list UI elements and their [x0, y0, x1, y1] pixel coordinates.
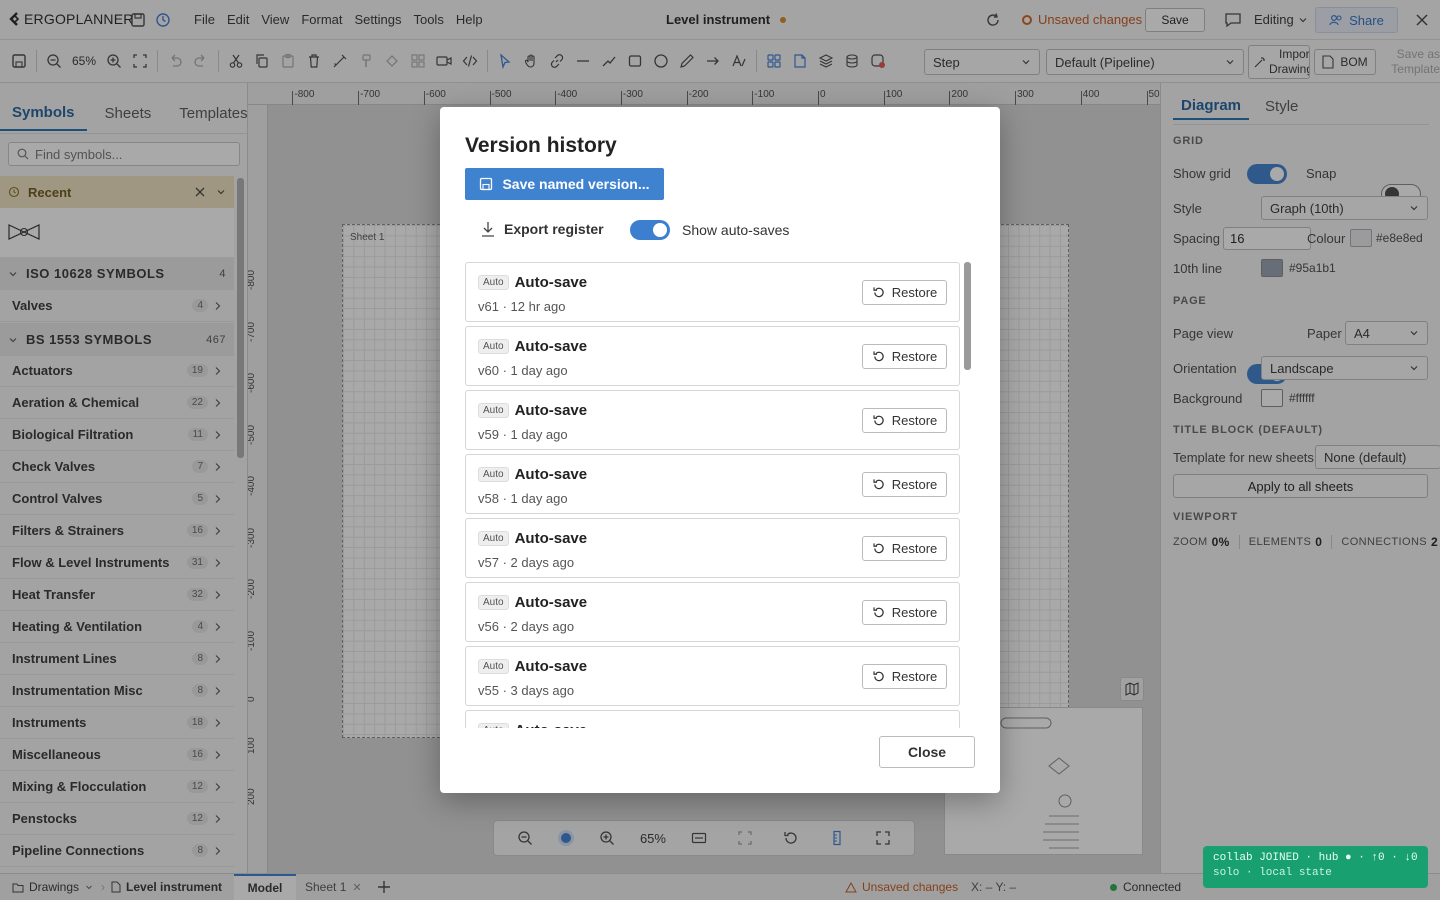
version-row: Auto Auto-save v60 · 1 day ago Restore [465, 326, 960, 386]
version-list-scrollbar[interactable] [964, 262, 971, 370]
version-row: Auto Auto-save v58 · 1 day ago Restore [465, 454, 960, 514]
export-register-button[interactable]: Export register [480, 220, 604, 238]
version-row: AutoAuto-saveRestore [465, 710, 960, 728]
restore-button[interactable]: Restore [862, 408, 947, 433]
restore-label: Restore [891, 285, 938, 300]
restore-button[interactable]: Restore [862, 600, 947, 625]
close-button-label: Close [907, 744, 947, 760]
version-badge: Auto [478, 531, 509, 546]
version-subtitle: v59 · 1 day ago [478, 427, 568, 442]
download-icon [482, 222, 494, 237]
restore-label: Restore [891, 669, 938, 684]
version-row: Auto Auto-save v59 · 1 day ago Restore [465, 390, 960, 450]
version-row: Auto Auto-save v55 · 3 days ago Restore [465, 646, 960, 706]
restore-label: Restore [891, 541, 938, 556]
restore-icon [873, 287, 884, 298]
version-badge: Auto [478, 659, 509, 674]
restore-button[interactable]: Restore [862, 472, 947, 497]
version-row: Auto Auto-save v57 · 2 days ago Restore [465, 518, 960, 578]
dialog-title: Version history [465, 134, 617, 157]
restore-button[interactable]: Restore [862, 280, 947, 305]
version-subtitle: v56 · 2 days ago [478, 619, 575, 634]
version-title: Auto-save [514, 658, 588, 675]
restore-icon [873, 671, 884, 682]
restore-icon [873, 479, 884, 490]
restore-icon [873, 607, 884, 618]
show-autosaves-toggle[interactable] [630, 220, 670, 240]
version-badge: Auto [478, 467, 509, 482]
version-row: Auto Auto-save v56 · 2 days ago Restore [465, 582, 960, 642]
restore-label: Restore [891, 413, 938, 428]
save-named-version-button[interactable]: Save named version... [465, 168, 664, 200]
version-title: Auto-save [514, 338, 588, 355]
restore-icon [873, 415, 884, 426]
version-subtitle: v61 · 12 hr ago [478, 299, 566, 314]
version-title: Auto-save [515, 722, 588, 728]
version-subtitle: v58 · 1 day ago [478, 491, 568, 506]
restore-icon [873, 543, 884, 554]
version-row: Auto Auto-save v61 · 12 hr ago Restore [465, 262, 960, 322]
close-button[interactable]: Close [879, 736, 975, 768]
version-badge: Auto [478, 595, 509, 610]
restore-label: Restore [891, 349, 938, 364]
show-autosaves-label: Show auto-saves [682, 222, 790, 238]
collab-status-badge: collab JOINED · hub ● · ↑0 · ↓0 solo · l… [1203, 846, 1428, 888]
version-title: Auto-save [514, 530, 588, 547]
version-badge: Auto [478, 723, 509, 728]
export-register-label: Export register [504, 221, 604, 237]
version-subtitle: v55 · 3 days ago [478, 683, 575, 698]
version-subtitle: v60 · 1 day ago [478, 363, 568, 378]
version-list: Auto Auto-save v61 · 12 hr ago Restore Auto A… [440, 260, 1000, 728]
version-title: Auto-save [514, 402, 588, 419]
version-history-dialog: Version history Save named version... Ex… [440, 107, 1000, 793]
collab-line-2: solo · local state [1213, 867, 1332, 879]
restore-button[interactable]: Restore [862, 344, 947, 369]
version-subtitle: v57 · 2 days ago [478, 555, 575, 570]
restore-icon [873, 351, 884, 362]
restore-label: Restore [891, 477, 938, 492]
version-title: Auto-save [514, 466, 588, 483]
save-named-version-label: Save named version... [502, 176, 650, 192]
version-badge: Auto [478, 339, 509, 354]
restore-button[interactable]: Restore [862, 664, 947, 689]
version-badge: Auto [478, 275, 509, 290]
collab-line-1: collab JOINED · hub ● · ↑0 · ↓0 [1213, 852, 1418, 864]
version-title: Auto-save [514, 274, 588, 291]
version-badge: Auto [478, 403, 509, 418]
save-icon [480, 177, 493, 191]
version-title: Auto-save [514, 594, 588, 611]
restore-label: Restore [891, 605, 938, 620]
restore-button[interactable]: Restore [862, 536, 947, 561]
